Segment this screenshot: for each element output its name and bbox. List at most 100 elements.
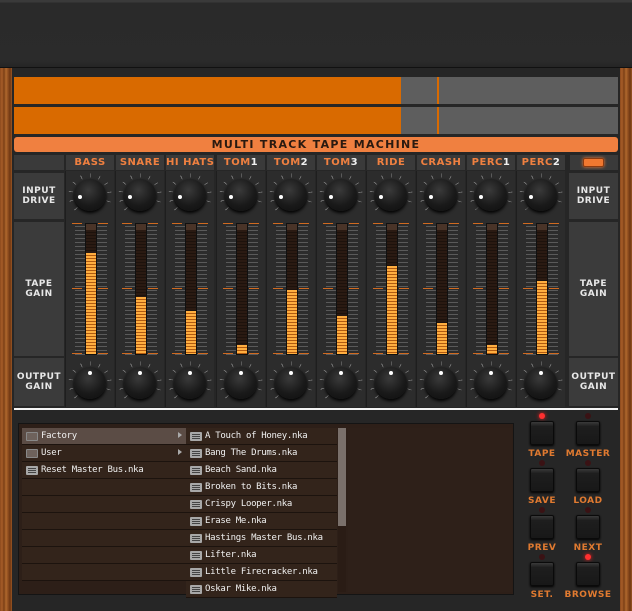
meter-reference-tick — [98, 353, 108, 354]
preset-file-icon — [26, 465, 38, 475]
input-drive-knob[interactable] — [225, 179, 257, 211]
input-drive-knob[interactable] — [425, 179, 457, 211]
tape-gain-level — [337, 316, 347, 354]
tape-gain-meter[interactable] — [436, 223, 448, 355]
wood-side-panel-right — [620, 68, 632, 611]
preset-item-label: Beach Sand.nka — [205, 465, 277, 475]
input-drive-knob[interactable] — [74, 179, 106, 211]
channel-header-0: BASS — [66, 155, 114, 170]
output-gain-knob[interactable] — [375, 367, 407, 399]
file-column: A Touch of Honey.nka Bang The Drums.nka Be… — [186, 428, 337, 598]
output-gain-knob[interactable] — [475, 367, 507, 399]
tape-gain-meter-wrap — [116, 223, 165, 355]
meter-scale — [476, 223, 486, 355]
tape-gain-level — [86, 252, 96, 354]
scrollbar-thumb[interactable] — [338, 428, 346, 526]
tape-gain-meter[interactable] — [536, 223, 548, 355]
tape-gain-meter[interactable] — [236, 223, 248, 355]
meter-scale — [376, 223, 386, 355]
channel-strip — [165, 171, 214, 407]
meter-reference-tick — [249, 288, 259, 289]
meter-scale — [526, 223, 536, 355]
channel-name: HI HATS — [166, 157, 215, 168]
channel-header-9: PERC2 — [517, 155, 565, 170]
next-button[interactable] — [576, 515, 600, 539]
preset-list-item[interactable]: Lifter.nka — [186, 547, 337, 564]
save-button[interactable] — [530, 468, 554, 492]
preset-list-item[interactable]: Oskar Mike.nka — [186, 581, 337, 598]
master-button[interactable] — [576, 421, 600, 445]
meter-reference-tick — [72, 353, 82, 354]
button-status-led — [539, 460, 545, 466]
folder-list-item[interactable]: User — [22, 445, 186, 462]
input-drive-knob[interactable] — [525, 179, 557, 211]
meter-cap — [237, 224, 247, 230]
preset-list-item[interactable]: Bang The Drums.nka — [186, 445, 337, 462]
channel-number: 1 — [502, 157, 511, 168]
meter-cap — [287, 224, 297, 230]
tape-gain-meter[interactable] — [85, 223, 97, 355]
input-drive-knob[interactable] — [124, 179, 156, 211]
tape-track-1-bar[interactable] — [14, 77, 618, 104]
preset-list-item[interactable]: Crispy Looper.nka — [186, 496, 337, 513]
output-gain-knob[interactable] — [174, 367, 206, 399]
channel-number: 2 — [300, 157, 309, 168]
preset-file-icon — [190, 567, 202, 577]
tape-gain-meter[interactable] — [185, 223, 197, 355]
output-gain-knob[interactable] — [425, 367, 457, 399]
preset-list-item[interactable]: Little Firecracker.nka — [186, 564, 337, 581]
output-gain-knob[interactable] — [74, 367, 106, 399]
meter-reference-tick — [198, 288, 208, 289]
input-drive-knob[interactable] — [325, 179, 357, 211]
meter-reference-tick — [499, 288, 509, 289]
prev-button[interactable] — [530, 515, 554, 539]
empty-list-row — [22, 479, 186, 496]
tape-gain-meter[interactable] — [336, 223, 348, 355]
browse-button[interactable] — [576, 562, 600, 586]
folder-list-item[interactable]: Factory — [22, 428, 186, 445]
meter-scale — [348, 223, 358, 355]
folder-icon — [26, 431, 38, 441]
preset-list-item[interactable]: Hastings Master Bus.nka — [186, 530, 337, 547]
tape-track-2-bar[interactable] — [14, 107, 618, 134]
meter-reference-tick — [523, 223, 533, 224]
top-header-bar — [0, 0, 632, 68]
meter-scale — [498, 223, 508, 355]
meter-reference-tick — [148, 288, 158, 289]
preset-list-item[interactable]: A Touch of Honey.nka — [186, 428, 337, 445]
tape-gain-meter[interactable] — [286, 223, 298, 355]
input-drive-knob[interactable] — [275, 179, 307, 211]
load-button[interactable] — [576, 468, 600, 492]
preset-file-icon — [190, 550, 202, 560]
folder-list-item[interactable]: Reset Master Bus.nka — [22, 462, 186, 479]
output-gain-knob[interactable] — [275, 367, 307, 399]
meter-reference-tick — [98, 223, 108, 224]
channel-strip — [316, 171, 365, 407]
link-toggle-button[interactable] — [583, 158, 604, 167]
tape-button[interactable] — [530, 421, 554, 445]
meter-reference-tick — [273, 288, 283, 289]
output-gain-knob[interactable] — [525, 367, 557, 399]
tape-gain-meter[interactable] — [386, 223, 398, 355]
input-drive-knob[interactable] — [375, 179, 407, 211]
meter-reference-tick — [323, 223, 333, 224]
set-button[interactable] — [530, 562, 554, 586]
input-drive-knob[interactable] — [475, 179, 507, 211]
output-gain-knob[interactable] — [225, 367, 257, 399]
button-label: MASTER — [565, 449, 611, 459]
preset-list-item[interactable]: Erase Me.nka — [186, 513, 337, 530]
tape-gain-meter[interactable] — [486, 223, 498, 355]
preset-list-item[interactable]: Broken to Bits.nka — [186, 479, 337, 496]
tape-gain-meter[interactable] — [135, 223, 147, 355]
meter-reference-tick — [449, 288, 459, 289]
meter-reference-tick — [72, 288, 82, 289]
file-list-scrollbar[interactable] — [338, 428, 346, 592]
preset-file-icon — [190, 499, 202, 509]
output-gain-knob[interactable] — [124, 367, 156, 399]
meter-cap — [136, 224, 146, 230]
output-gain-knob[interactable] — [325, 367, 357, 399]
preset-list-item[interactable]: Beach Sand.nka — [186, 462, 337, 479]
input-drive-knob[interactable] — [174, 179, 206, 211]
button-label: LOAD — [573, 496, 603, 506]
knob-indicator-dot — [289, 371, 293, 375]
